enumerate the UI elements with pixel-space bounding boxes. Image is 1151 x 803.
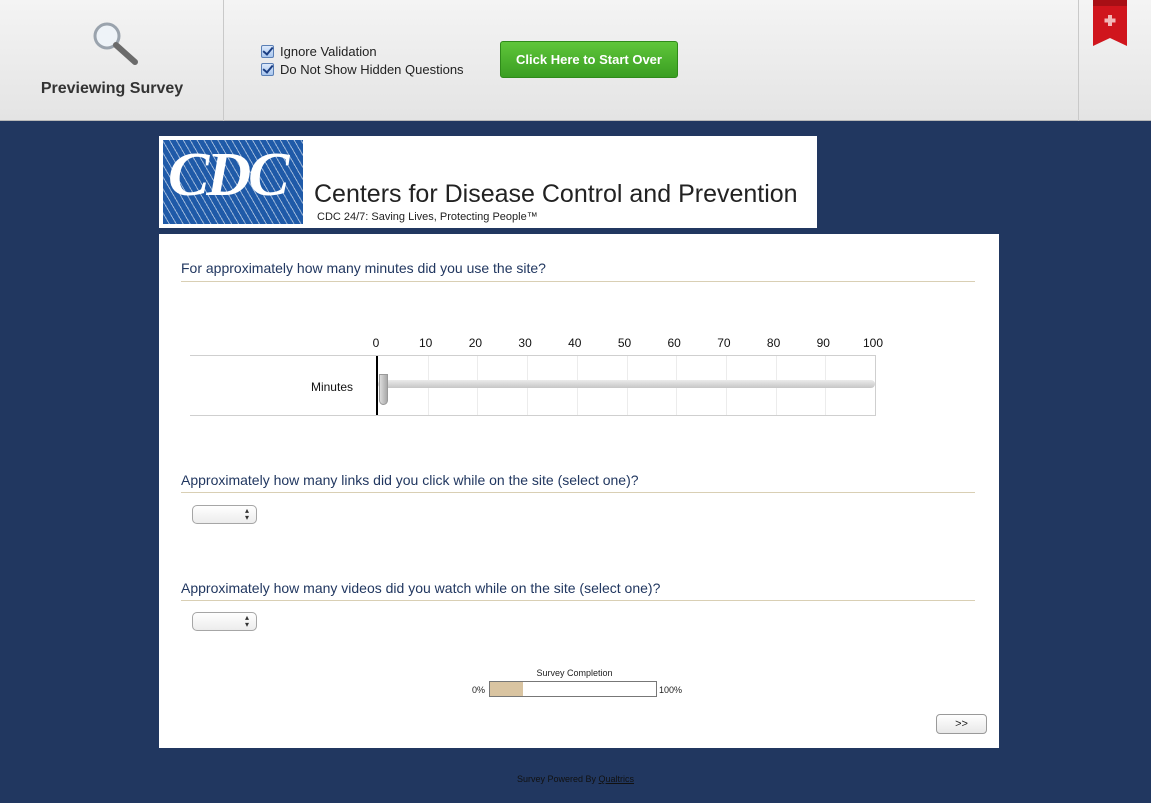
preview-toolbar: Previewing Survey Ignore Validation Do N… (0, 0, 1151, 121)
question-divider (181, 600, 975, 601)
question-links: Approximately how many links did you cli… (181, 472, 639, 488)
bookmark-panel (1078, 0, 1151, 121)
select-arrows-icon: ▴ ▾ (244, 613, 249, 629)
org-tagline: CDC 24/7: Saving Lives, Protecting Peopl… (317, 211, 538, 223)
org-name: Centers for Disease Control and Preventi… (314, 180, 798, 208)
slider-handle[interactable] (379, 374, 388, 405)
survey-panel: For approximately how many minutes did y… (159, 234, 999, 748)
slider-tick-label: 10 (419, 336, 433, 350)
question-minutes: For approximately how many minutes did y… (181, 260, 546, 276)
slider-tick-label: 70 (717, 336, 731, 350)
next-button[interactable]: >> (936, 714, 987, 734)
slider-tick-label: 80 (766, 336, 781, 350)
progress-high-label: 100% (659, 685, 683, 695)
minutes-slider-row: Minutes (190, 355, 876, 416)
preview-options: Ignore Validation Do Not Show Hidden Que… (261, 42, 464, 78)
question-videos: Approximately how many videos did you wa… (181, 580, 661, 596)
slider-tick-label: 50 (617, 336, 632, 350)
slider-tick-label: 40 (568, 336, 582, 350)
progress-fill (490, 682, 524, 696)
checkbox-checked-icon[interactable] (261, 44, 274, 58)
preview-panel: Previewing Survey (0, 0, 224, 121)
slider-tick-label: 90 (816, 336, 830, 350)
slider-tick-label: 20 (468, 336, 483, 350)
checkbox-checked-icon[interactable] (261, 62, 274, 76)
slider-tick-label: 60 (667, 336, 681, 350)
cdc-banner: CDC Centers for Disease Control and Prev… (159, 136, 817, 228)
qualtrics-link[interactable]: Qualtrics (599, 774, 635, 784)
footer: Survey Powered By Qualtrics (0, 774, 1151, 784)
hide-hidden-questions-option[interactable]: Do Not Show Hidden Questions (261, 60, 464, 78)
ignore-validation-label: Ignore Validation (280, 43, 377, 59)
ignore-validation-option[interactable]: Ignore Validation (261, 42, 464, 60)
slider-tick-label: 30 (518, 336, 532, 350)
slider-tick-label: 0 (372, 336, 380, 350)
preview-title: Previewing Survey (40, 80, 184, 97)
slider-label: Minutes (310, 380, 353, 394)
question-divider (181, 492, 975, 493)
slider-tick-label: 100 (862, 336, 884, 350)
select-arrows-icon: ▴ ▾ (244, 506, 249, 522)
start-over-button[interactable]: Click Here to Start Over (500, 41, 678, 78)
cdc-logo: CDC (163, 140, 303, 224)
bookmark-flag-icon[interactable] (1093, 0, 1127, 48)
progress-low-label: 0% (472, 685, 486, 695)
footer-text: Survey Powered By (516, 774, 599, 784)
slider-area[interactable] (376, 356, 876, 415)
hide-hidden-questions-label: Do Not Show Hidden Questions (280, 61, 464, 77)
videos-select[interactable]: ▴ ▾ (192, 612, 257, 631)
magnifier-icon (93, 22, 138, 65)
links-select[interactable]: ▴ ▾ (192, 505, 257, 524)
progress-bar (489, 681, 657, 697)
progress-title: Survey Completion (536, 668, 613, 678)
question-divider (181, 281, 975, 282)
slider-track[interactable] (378, 380, 875, 388)
